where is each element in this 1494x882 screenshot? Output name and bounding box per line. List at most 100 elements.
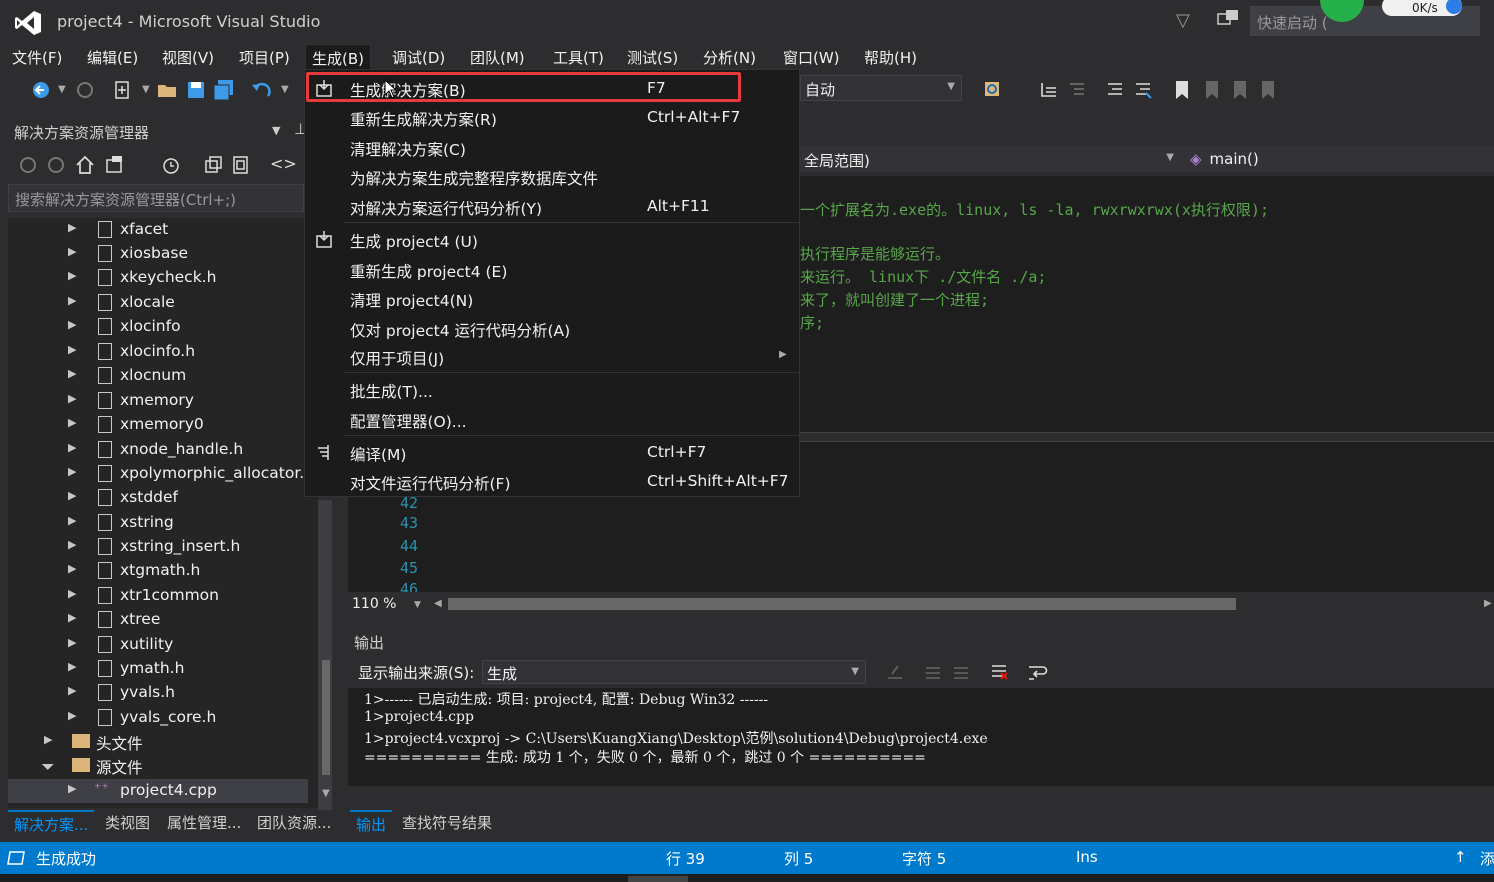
tree-item[interactable]: ▶ xstddef xyxy=(8,486,308,510)
next-bookmark-icon[interactable] xyxy=(1230,79,1250,101)
save-icon[interactable] xyxy=(186,79,206,101)
expand-arrow-icon[interactable]: ▶ xyxy=(68,221,76,234)
tree-item[interactable]: ▶ xlocinfo xyxy=(8,315,308,339)
output-source-select[interactable]: 生成 ▼ xyxy=(482,660,866,684)
collapse-arrow-icon[interactable]: ◢ xyxy=(41,756,56,771)
expand-arrow-icon[interactable]: ▶ xyxy=(68,269,76,282)
expand-arrow-icon[interactable]: ▶ xyxy=(68,465,76,478)
switch-views-icon[interactable] xyxy=(104,154,126,176)
tab-team-explorer[interactable]: 团队资源... xyxy=(251,810,337,835)
expand-arrow-icon[interactable]: ▶ xyxy=(68,343,76,356)
menu-item-build-project[interactable]: 生成 project4 (U) xyxy=(305,225,799,253)
tree-item[interactable]: ▶ xfacet xyxy=(8,218,308,242)
expand-arrow-icon[interactable]: ▶ xyxy=(68,611,76,624)
menu-item-compile[interactable]: 编译(M) Ctrl+F7 xyxy=(305,438,799,466)
menu-item-analyze-solution[interactable]: 对解决方案运行代码分析(Y) Alt+F11 xyxy=(305,192,799,220)
pending-changes-filter-icon[interactable] xyxy=(160,154,182,176)
tree-item[interactable]: ▶ xlocale xyxy=(8,291,308,315)
tree-item-source-file[interactable]: ▶ ⁺⁺ project4.cpp xyxy=(8,779,308,803)
menu-item-project-only[interactable]: 仅用于项目(J) ▶ xyxy=(305,342,799,370)
new-project-icon[interactable] xyxy=(112,79,134,101)
tab-class-view[interactable]: 类视图 xyxy=(99,810,156,835)
tree-item[interactable]: ▶ xmemory0 xyxy=(8,413,308,437)
menu-item-clean-project[interactable]: 清理 project4(N) xyxy=(305,284,799,312)
editor-splitter[interactable] xyxy=(800,432,1494,442)
home-icon[interactable] xyxy=(74,154,96,176)
tree-item[interactable]: ▶ xkeycheck.h xyxy=(8,266,308,290)
expand-arrow-icon[interactable]: ▶ xyxy=(68,782,76,795)
tree-item[interactable]: ▶ xnode_handle.h xyxy=(8,438,308,462)
menu-item-rebuild-solution[interactable]: 重新生成解决方案(R) Ctrl+Alt+F7 xyxy=(305,103,799,131)
bookmark-icon[interactable] xyxy=(1172,79,1192,101)
menu-help[interactable]: 帮助(H) xyxy=(858,44,923,70)
solution-config-icon[interactable] xyxy=(1038,79,1060,101)
undo-icon[interactable] xyxy=(250,79,274,101)
feedback-icon[interactable] xyxy=(1216,8,1240,32)
menu-item-analyze-file[interactable]: 对文件运行代码分析(F) Ctrl+Shift+Alt+F7 xyxy=(305,467,799,495)
new-dropdown-icon[interactable]: ▼ xyxy=(142,84,150,106)
notification-filter-icon[interactable]: ▽ xyxy=(1176,10,1190,31)
tree-item[interactable]: ▶ xtree xyxy=(8,608,308,632)
find-message-icon[interactable] xyxy=(884,662,906,682)
undo-dropdown-icon[interactable]: ▼ xyxy=(281,84,289,106)
tab-output[interactable]: 输出 xyxy=(350,810,393,837)
menu-tools[interactable]: 工具(T) xyxy=(547,44,610,70)
tree-item[interactable]: ▶ xlocnum xyxy=(8,364,308,388)
tab-find-symbol-results[interactable]: 查找符号结果 xyxy=(396,810,498,835)
show-all-files-icon[interactable] xyxy=(230,154,252,176)
save-all-icon[interactable] xyxy=(212,79,236,101)
forward-icon[interactable] xyxy=(74,79,96,101)
zoom-dropdown-icon[interactable]: ▼ xyxy=(414,600,421,610)
tree-item[interactable]: ▶ xpolymorphic_allocator.h xyxy=(8,462,314,486)
clear-all-icon[interactable] xyxy=(988,662,1010,682)
expand-arrow-icon[interactable]: ▶ xyxy=(68,562,76,575)
find-in-files-icon[interactable] xyxy=(982,79,1004,101)
back-dropdown-icon[interactable]: ▼ xyxy=(58,84,66,106)
output-hscroll[interactable] xyxy=(348,786,1494,806)
menu-file[interactable]: 文件(F) xyxy=(6,44,68,70)
zoom-level[interactable]: 110 % xyxy=(352,596,396,612)
panel-menu-dropdown-icon[interactable]: ▼ xyxy=(272,124,280,137)
tree-item[interactable]: ▶ xstring xyxy=(8,511,308,535)
menu-view[interactable]: 视图(V) xyxy=(156,44,220,70)
expand-arrow-icon[interactable]: ▶ xyxy=(44,733,52,746)
tab-property-manager[interactable]: 属性管理... xyxy=(161,810,247,835)
expand-arrow-icon[interactable]: ▶ xyxy=(68,441,76,454)
indent-icon[interactable] xyxy=(1066,79,1088,101)
tree-item[interactable]: ▶ xmemory xyxy=(8,389,308,413)
expand-arrow-icon[interactable]: ▶ xyxy=(68,660,76,673)
function-combo[interactable]: ◈ main() xyxy=(1186,147,1486,171)
clear-bookmarks-icon[interactable] xyxy=(1258,79,1278,101)
tab-solution-explorer[interactable]: 解决方案... xyxy=(8,810,95,837)
tree-item[interactable]: ▶ xutility xyxy=(8,633,308,657)
expand-arrow-icon[interactable]: ▶ xyxy=(68,416,76,429)
se-back-icon[interactable] xyxy=(18,154,38,176)
scroll-right-icon[interactable]: ▶ xyxy=(1484,598,1492,609)
publish-up-icon[interactable]: ↑ xyxy=(1454,848,1467,866)
scope-combo[interactable]: 全局范围) ▼ xyxy=(800,147,1180,171)
expand-arrow-icon[interactable]: ▶ xyxy=(68,489,76,502)
menu-edit[interactable]: 编辑(E) xyxy=(81,44,144,70)
scroll-down-icon[interactable]: ▼ xyxy=(322,788,330,799)
scroll-left-icon[interactable]: ◀ xyxy=(434,598,442,609)
menu-project[interactable]: 项目(P) xyxy=(233,44,296,70)
open-file-icon[interactable] xyxy=(156,79,180,101)
menu-debug[interactable]: 调试(D) xyxy=(386,44,451,70)
expand-arrow-icon[interactable]: ▶ xyxy=(68,538,76,551)
prev-message-icon[interactable] xyxy=(922,662,944,682)
tree-item[interactable]: ▶ yvals.h xyxy=(8,681,308,705)
view-code-icon[interactable]: <> xyxy=(270,154,297,176)
tree-item[interactable]: ▶ xtgmath.h xyxy=(8,559,308,583)
menu-team[interactable]: 团队(M) xyxy=(464,44,531,70)
tree-item[interactable]: ▶ xiosbase xyxy=(8,242,308,266)
se-forward-icon[interactable] xyxy=(46,154,66,176)
menu-test[interactable]: 测试(S) xyxy=(621,44,684,70)
tree-item[interactable]: ▶ yvals_core.h xyxy=(8,706,308,730)
prev-bookmark-icon[interactable] xyxy=(1202,79,1222,101)
expand-arrow-icon[interactable]: ▶ xyxy=(68,587,76,600)
expand-arrow-icon[interactable]: ▶ xyxy=(68,709,76,722)
tree-item[interactable]: ▶ ymath.h xyxy=(8,657,308,681)
tree-folder[interactable]: ▶ 头文件 xyxy=(8,730,308,754)
status-extra[interactable]: 添 xyxy=(1480,848,1494,869)
menu-item-batch-build[interactable]: 批生成(T)... xyxy=(305,375,799,403)
